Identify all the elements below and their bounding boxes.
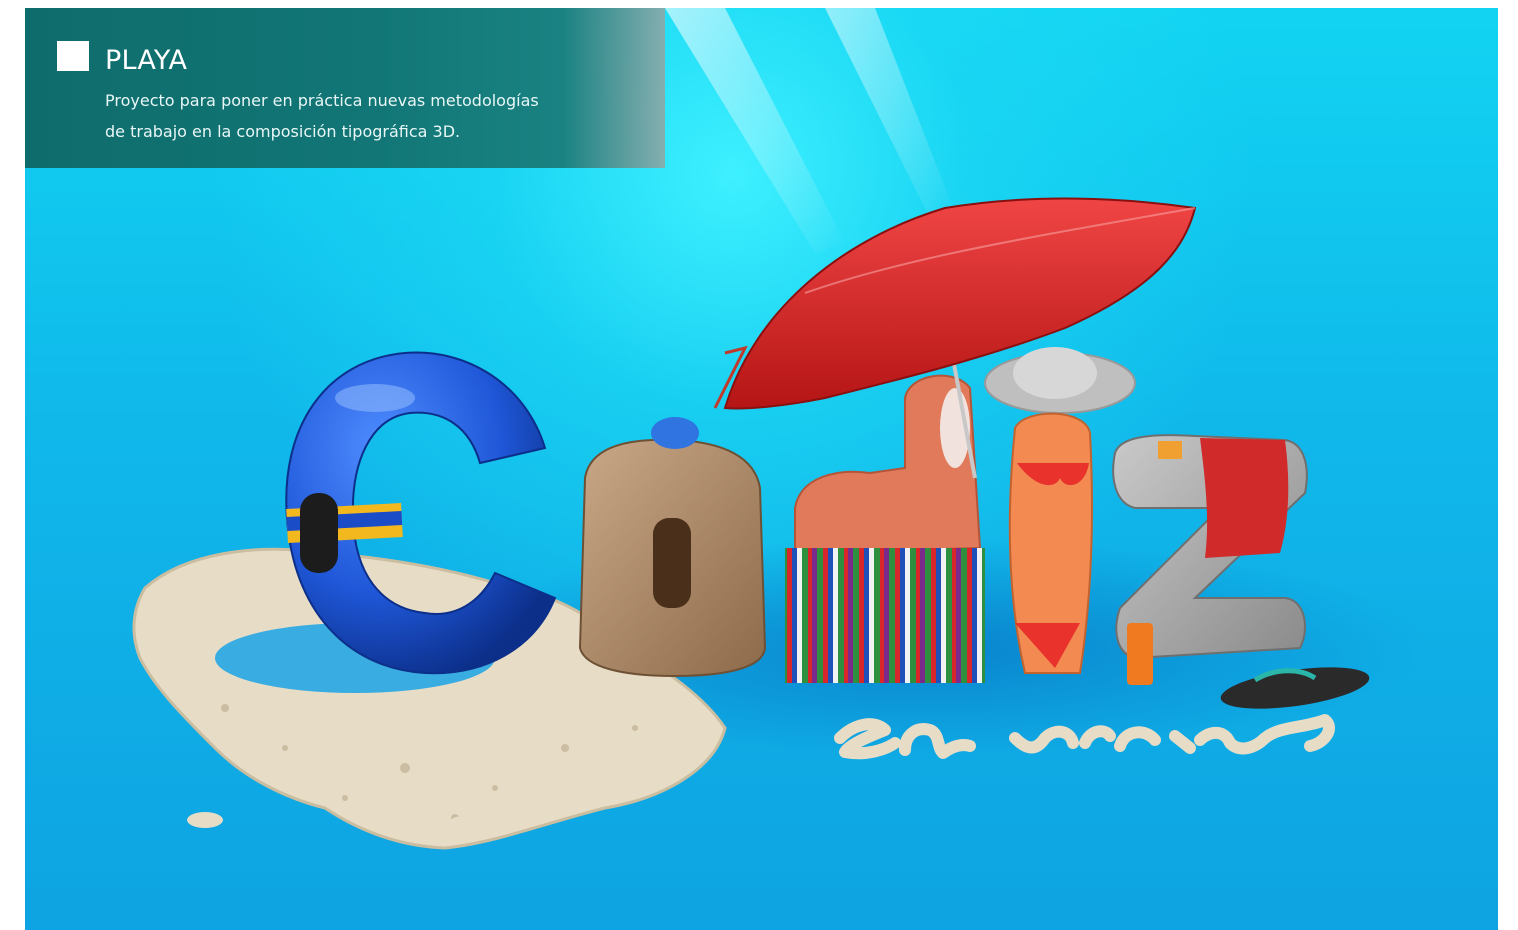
letter-c-inflatable bbox=[285, 351, 557, 675]
letter-a-bread bbox=[578, 417, 767, 678]
project-description: Proyecto para poner en práctica nuevas m… bbox=[105, 85, 645, 147]
sunscreen-bottle bbox=[1127, 623, 1153, 685]
project-caption-panel: PLAYA Proyecto para poner en práctica nu… bbox=[25, 8, 665, 168]
artwork-stage: PLAYA Proyecto para poner en práctica nu… bbox=[25, 8, 1498, 930]
project-description-line: Proyecto para poner en práctica nuevas m… bbox=[105, 91, 539, 110]
letter-d-trunks bbox=[785, 374, 985, 683]
project-description-line: de trabajo en la composición tipográfica… bbox=[105, 122, 461, 141]
sand-pebble bbox=[187, 812, 223, 828]
caption-square-icon bbox=[57, 41, 89, 71]
sand-pebble bbox=[449, 816, 481, 830]
project-title: PLAYA bbox=[105, 45, 188, 76]
